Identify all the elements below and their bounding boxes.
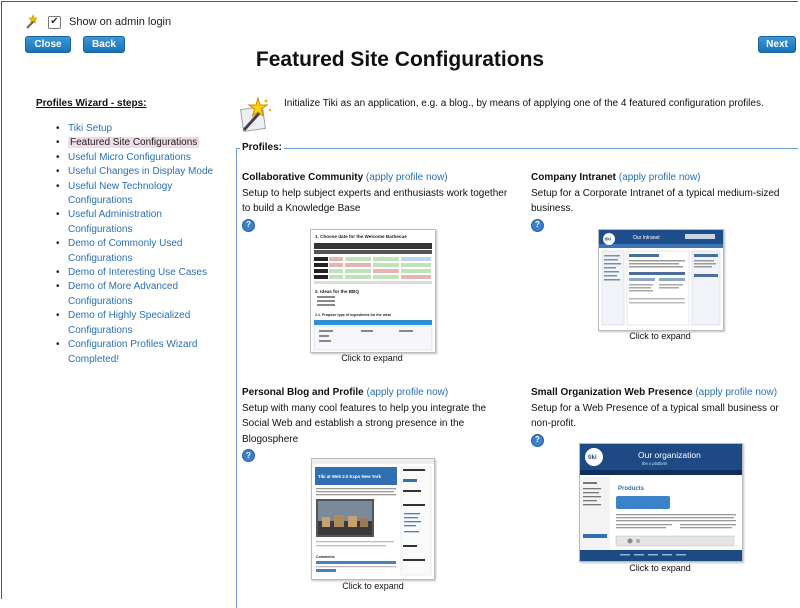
profile-description: Setup to help subject experts and enthus…	[242, 187, 508, 215]
wizard-step[interactable]: Demo of Commonly Used Configurations	[56, 237, 221, 266]
svg-text:the x platform: the x platform	[642, 461, 668, 466]
small-organization-thumbnail[interactable]: tiki Our organization the x platform Pro…	[579, 443, 743, 562]
profiles-legend: Profiles:	[240, 142, 285, 153]
wizard-steps-list: Tiki Setup Featured Site Configurations …	[56, 122, 221, 367]
help-icon[interactable]: ?	[531, 433, 544, 447]
admin-login-bar: ✔ Show on admin login	[24, 14, 171, 30]
profile-description: Setup with many cool features to help yo…	[242, 402, 487, 445]
wizard-step-current[interactable]: Featured Site Configurations	[56, 136, 221, 151]
profile-name: Personal Blog and Profile	[242, 387, 364, 398]
profile-small-organization: Small Organization Web Presence (apply p…	[531, 385, 791, 448]
wand-icon	[26, 14, 38, 29]
show-on-admin-label: Show on admin login	[69, 16, 172, 28]
svg-text:Our organization: Our organization	[638, 450, 701, 460]
wizard-step[interactable]: Demo of Highly Specialized Configuration…	[56, 309, 221, 338]
company-intranet-preview: tiki Our Intranet	[599, 230, 723, 326]
svg-text:Products: Products	[618, 486, 645, 492]
collaborative-community-preview: 1. Choose date for the Welcome Barbecue …	[313, 234, 433, 351]
company-intranet-thumbnail[interactable]: tiki Our Intranet	[598, 229, 724, 331]
page-title: Featured Site Configurations	[255, 48, 545, 71]
apply-profile-link[interactable]: (apply profile now)	[619, 172, 701, 183]
show-on-admin-checkbox[interactable]: ✔	[48, 15, 61, 29]
wizard-step[interactable]: Useful Micro Configurations	[56, 151, 221, 166]
svg-text:Tiki at Web 2.0 Expo New York: Tiki at Web 2.0 Expo New York	[318, 474, 382, 479]
profile-name: Company Intranet	[531, 172, 617, 183]
wizard-wand-icon	[240, 96, 272, 132]
apply-profile-link[interactable]: (apply profile now)	[366, 387, 448, 398]
wizard-step[interactable]: Demo of Interesting Use Cases	[56, 266, 221, 281]
wizard-step[interactable]: Demo of More Advanced Configurations	[56, 280, 221, 309]
profile-description: Setup for a Web Presence of a typical sm…	[531, 402, 779, 430]
wizard-steps-title: Profiles Wizard - steps:	[36, 98, 147, 109]
profile-name: Collaborative Community	[242, 172, 364, 183]
thumbnail-caption: Click to expand	[342, 581, 404, 591]
collaborative-community-thumbnail[interactable]: 1. Choose date for the Welcome Barbecue …	[310, 229, 436, 353]
thumbnail-caption: Click to expand	[341, 353, 403, 363]
profile-description: Setup for a Corporate Intranet of a typi…	[531, 187, 780, 215]
personal-blog-thumbnail[interactable]: Tiki at Web 2.0 Expo New York Comments	[311, 458, 435, 580]
profile-personal-blog: Personal Blog and Profile (apply profile…	[242, 385, 510, 463]
svg-text:Our Intranet: Our Intranet	[633, 235, 660, 241]
personal-blog-preview: Tiki at Web 2.0 Expo New York Comments	[312, 459, 434, 576]
svg-text:2. Ideas for the BBQ: 2. Ideas for the BBQ	[315, 289, 359, 294]
profile-collaborative-community: Collaborative Community (apply profile n…	[242, 170, 512, 233]
svg-text:2.1. Propose type of ingredien: 2.1. Propose type of ingredients for the…	[315, 313, 391, 317]
thumbnail-caption: Click to expand	[629, 563, 691, 573]
apply-profile-link[interactable]: (apply profile now)	[366, 172, 448, 183]
help-icon[interactable]: ?	[242, 449, 255, 462]
wizard-step[interactable]: Useful New Technology Configurations	[56, 180, 221, 209]
wizard-step[interactable]: Configuration Profiles Wizard Completed!	[56, 338, 221, 367]
wizard-step[interactable]: Tiki Setup	[56, 122, 221, 137]
svg-text:1. Choose date for the Welcome: 1. Choose date for the Welcome Barbecue	[315, 234, 407, 239]
profile-company-intranet: Company Intranet (apply profile now) Set…	[531, 170, 791, 233]
svg-text:tiki: tiki	[588, 455, 597, 461]
svg-text:Comments: Comments	[316, 555, 335, 559]
thumbnail-caption: Click to expand	[629, 331, 691, 341]
apply-profile-link[interactable]: (apply profile now)	[695, 387, 777, 398]
intro-text: Initialize Tiki as an application, e.g. …	[284, 98, 764, 109]
small-organization-preview: tiki Our organization the x platform Pro…	[580, 444, 742, 561]
wizard-step[interactable]: Useful Changes in Display Mode	[56, 165, 221, 180]
profile-name: Small Organization Web Presence	[531, 387, 693, 398]
help-icon[interactable]: ?	[531, 218, 544, 232]
svg-text:tiki: tiki	[605, 237, 612, 242]
wizard-step[interactable]: Useful Administration Configurations	[56, 208, 221, 237]
help-icon[interactable]: ?	[242, 218, 255, 232]
